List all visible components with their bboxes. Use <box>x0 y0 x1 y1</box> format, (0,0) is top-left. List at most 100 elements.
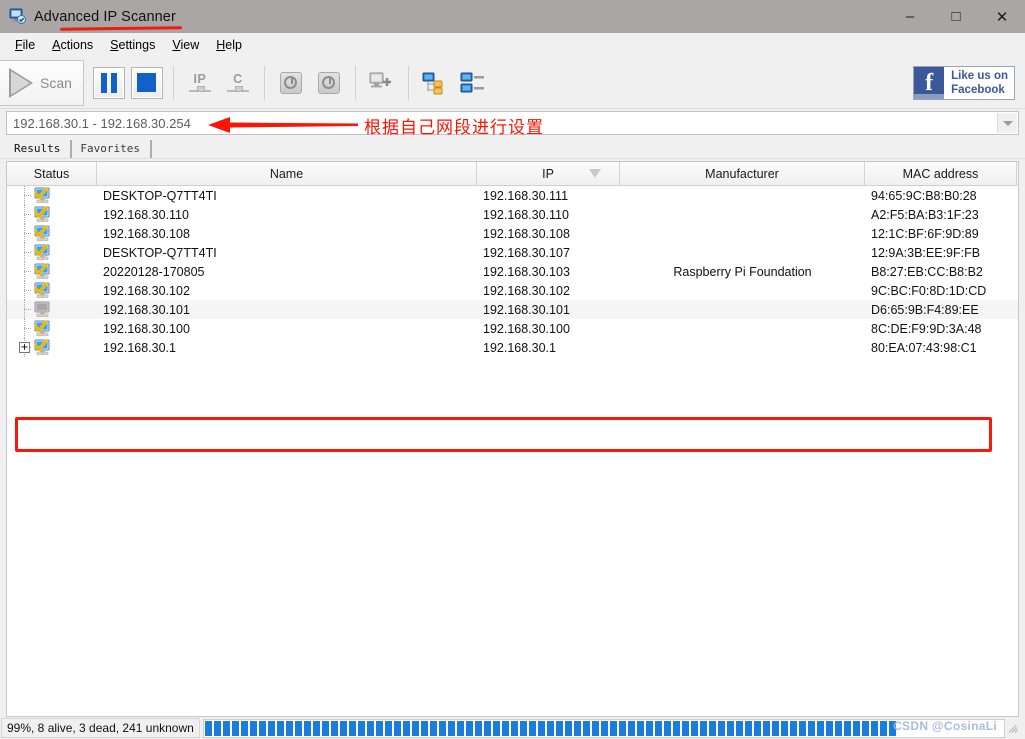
progress-segment <box>276 720 284 736</box>
wake-on-lan-button[interactable] <box>275 67 307 99</box>
power-off-icon <box>317 71 340 94</box>
progress-segment <box>321 720 329 736</box>
progress-segment <box>231 720 239 736</box>
progress-segment <box>681 720 689 736</box>
computer-alive-icon <box>33 225 52 242</box>
progress-segment <box>474 720 482 736</box>
facebook-label-line2: Facebook <box>951 84 1005 96</box>
column-header-ip[interactable]: IP <box>477 162 620 186</box>
cell-ip: 192.168.30.101 <box>483 302 570 317</box>
column-header-mac-address[interactable]: MAC address <box>865 162 1017 186</box>
cell-status <box>7 262 97 281</box>
progress-segment <box>582 720 590 736</box>
computer-name-icon: C <box>226 73 249 92</box>
cell-ip: 192.168.30.103 <box>483 264 570 279</box>
ip-button[interactable]: IP <box>184 67 216 99</box>
progress-segment <box>789 720 797 736</box>
list-view-button[interactable] <box>457 67 489 99</box>
stop-button[interactable] <box>130 66 163 99</box>
menu-file-accel: F <box>15 37 23 52</box>
shutdown-button[interactable] <box>313 67 345 99</box>
column-header-manufacturer[interactable]: Manufacturer <box>620 162 865 186</box>
chevron-down-icon[interactable] <box>997 113 1017 133</box>
minimize-button[interactable]: – <box>887 0 933 33</box>
progress-segment <box>717 720 725 736</box>
cell-manufacturer <box>620 205 865 224</box>
close-button[interactable]: ✕ <box>979 0 1025 33</box>
progress-segment <box>429 720 437 736</box>
cell-status <box>7 319 97 338</box>
computer-alive-icon <box>33 282 52 299</box>
tree-view-button[interactable] <box>419 67 451 99</box>
progress-segment <box>564 720 572 736</box>
table-row[interactable]: +192.168.30.1 192.168.30.1 80:EA:07:43:98:… <box>7 338 1018 357</box>
title-annotation-underline <box>59 26 183 31</box>
cell-manufacturer <box>620 224 865 243</box>
expand-node-button[interactable]: + <box>19 342 30 353</box>
stop-icon <box>137 73 157 92</box>
pause-button[interactable] <box>92 66 125 99</box>
menu-settings[interactable]: Settings <box>102 36 164 54</box>
progress-segment <box>699 720 707 736</box>
tab-results[interactable]: Results <box>6 140 73 158</box>
menu-view[interactable]: View <box>164 36 208 54</box>
table-row[interactable]: 20220128-170805 192.168.30.103 Raspberry P… <box>7 262 1018 281</box>
computer-alive-icon <box>33 244 52 261</box>
progress-segment <box>852 720 860 736</box>
table-row[interactable]: 192.168.30.101 192.168.30.101 D6:65:9B:F4:… <box>7 300 1018 319</box>
maximize-button[interactable]: □ <box>933 0 979 33</box>
menu-file-rest: ile <box>22 37 36 52</box>
cell-mac-address: 94:65:9C:B8:B0:28 <box>871 188 977 203</box>
results-table: Status Name IP Manufacturer MAC address … <box>6 161 1019 717</box>
scan-button[interactable]: Scan <box>0 59 84 106</box>
table-row[interactable]: 192.168.30.100 192.168.30.100 8C:DE:F9:9D:… <box>7 319 1018 338</box>
progress-segment <box>258 720 266 736</box>
tree-connector <box>24 290 32 291</box>
progress-segment <box>393 720 401 736</box>
progress-segment <box>501 720 509 736</box>
progress-segment <box>249 720 257 736</box>
status-bar: 99%, 8 alive, 3 dead, 241 unknown CSDN @… <box>0 717 1025 739</box>
facebook-like-badge[interactable]: f Like us on Facebook <box>913 66 1015 100</box>
progress-segment <box>645 720 653 736</box>
scan-progress-bar <box>202 718 1005 738</box>
toolbar-separator-1 <box>172 65 174 100</box>
cell-status: + <box>7 338 97 357</box>
progress-segment <box>240 720 248 736</box>
table-row[interactable]: 192.168.30.102 192.168.30.102 9C:BC:F0:8D:… <box>7 281 1018 300</box>
progress-segment <box>870 720 878 736</box>
table-row[interactable]: 192.168.30.108 192.168.30.108 12:1C:BF:6F:… <box>7 224 1018 243</box>
progress-segment <box>267 720 275 736</box>
table-row[interactable]: DESKTOP-Q7TT4TI 192.168.30.111 94:65:9C:B8… <box>7 186 1018 205</box>
resize-grip[interactable] <box>1008 721 1022 735</box>
cell-name: DESKTOP-Q7TT4TI <box>103 245 217 260</box>
tree-connector <box>24 195 32 196</box>
computer-name-button[interactable]: C <box>222 67 254 99</box>
progress-segment <box>456 720 464 736</box>
progress-segment <box>825 720 833 736</box>
menu-help[interactable]: Help <box>208 36 251 54</box>
column-header-name[interactable]: Name <box>97 162 477 186</box>
progress-segment <box>726 720 734 736</box>
add-computer-button[interactable] <box>366 67 398 99</box>
menu-file[interactable]: File <box>7 36 44 54</box>
cell-mac-address: 12:9A:3B:EE:9F:FB <box>871 245 981 260</box>
cell-manufacturer <box>620 243 865 262</box>
tree-connector <box>24 271 32 272</box>
cell-status <box>7 205 97 224</box>
cell-manufacturer <box>620 300 865 319</box>
menu-bar: File Actions Settings View Help <box>0 33 1025 57</box>
column-header-status[interactable]: Status <box>7 162 97 186</box>
progress-segment <box>492 720 500 736</box>
cell-ip: 192.168.30.102 <box>483 283 570 298</box>
cell-manufacturer <box>620 319 865 338</box>
progress-segment <box>888 720 896 736</box>
facebook-label-line1: Like us on <box>951 70 1008 82</box>
cell-status <box>7 281 97 300</box>
table-row[interactable]: DESKTOP-Q7TT4TI 192.168.30.107 12:9A:3B:EE… <box>7 243 1018 262</box>
progress-segment <box>600 720 608 736</box>
tab-favorites[interactable]: Favorites <box>72 140 152 158</box>
menu-actions[interactable]: Actions <box>44 36 102 54</box>
cell-name: 192.168.30.110 <box>103 207 189 222</box>
table-row[interactable]: 192.168.30.110 192.168.30.110 A2:F5:BA:B3:… <box>7 205 1018 224</box>
